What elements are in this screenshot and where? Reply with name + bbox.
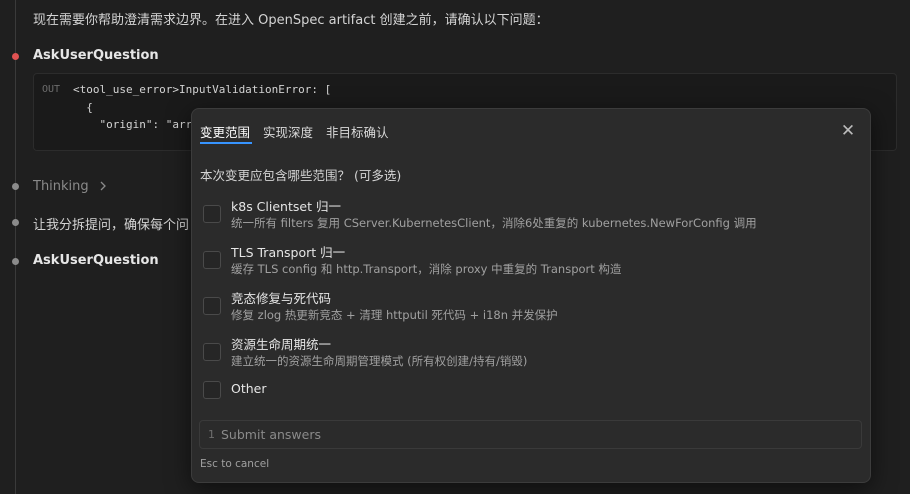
option-other[interactable]: Other: [203, 380, 843, 404]
tab-implementation-depth[interactable]: 实现深度: [263, 122, 313, 141]
option-checkbox[interactable]: [203, 343, 221, 361]
option-checkbox[interactable]: [203, 251, 221, 269]
output-label: OUT: [42, 84, 61, 95]
option-title: 资源生命周期统一: [231, 337, 332, 352]
option-title: Other: [231, 381, 267, 396]
question-text: 本次变更应包含哪些范围？ (可多选): [200, 168, 402, 183]
tab-change-scope[interactable]: 变更范围: [200, 122, 250, 141]
tool-call-title[interactable]: AskUserQuestion: [33, 48, 159, 63]
option-description: 修复 zlog 热更新竞态 + 清理 httputil 死代码 + i18n 并…: [231, 308, 558, 322]
tool-call-title[interactable]: AskUserQuestion: [33, 253, 159, 268]
option-description: 统一所有 filters 复用 CServer.KubernetesClient…: [231, 216, 757, 230]
error-status-dot: [12, 53, 19, 60]
option-tls-transport[interactable]: TLS Transport 归一 缓存 TLS config 和 http.Tr…: [203, 242, 843, 282]
close-icon: ✕: [840, 121, 856, 141]
output-line: <tool_use_error>InputValidationError: [: [73, 83, 332, 96]
option-checkbox[interactable]: [203, 297, 221, 315]
option-title: TLS Transport 归一: [231, 245, 346, 260]
option-resource-lifecycle[interactable]: 资源生命周期统一 建立统一的资源生命周期管理模式 (所有权创建/持有/销毁): [203, 334, 843, 374]
status-dot: [12, 183, 19, 190]
escape-hint: Esc to cancel: [200, 458, 270, 470]
option-race-fix[interactable]: 竞态修复与死代码 修复 zlog 热更新竞态 + 清理 httputil 死代码…: [203, 288, 843, 328]
thinking-label: Thinking: [33, 179, 89, 194]
submit-answers-button[interactable]: 1 Submit answers: [199, 420, 862, 449]
thinking-toggle[interactable]: Thinking: [33, 179, 107, 194]
close-button[interactable]: ✕: [838, 121, 858, 141]
submit-label: Submit answers: [221, 427, 321, 442]
option-description: 缓存 TLS config 和 http.Transport，消除 proxy …: [231, 262, 622, 276]
option-description: 建立统一的资源生命周期管理模式 (所有权创建/持有/销毁): [231, 354, 528, 368]
option-title: 竞态修复与死代码: [231, 291, 332, 306]
option-title: k8s Clientset 归一: [231, 199, 341, 214]
option-k8s-clientset[interactable]: k8s Clientset 归一 统一所有 filters 复用 CServer…: [203, 196, 843, 236]
submit-shortcut-number: 1: [208, 428, 215, 441]
active-tab-indicator: [200, 142, 252, 144]
assistant-message-intro: 现在需要你帮助澄清需求边界。在进入 OpenSpec artifact 创建之前…: [33, 13, 549, 28]
status-dot: [12, 258, 19, 265]
assistant-message: 让我分拆提问，确保每个问: [33, 218, 190, 233]
tab-non-goals[interactable]: 非目标确认: [326, 122, 389, 141]
option-checkbox[interactable]: [203, 205, 221, 223]
chevron-right-icon: [100, 181, 106, 191]
output-line: "origin": "array: [73, 118, 206, 131]
ask-user-question-dialog: 变更范围 实现深度 非目标确认 ✕ 本次变更应包含哪些范围？ (可多选) k8s…: [191, 108, 871, 483]
status-dot: [12, 219, 19, 226]
timeline-line: [15, 0, 16, 494]
output-line: {: [73, 101, 93, 114]
option-checkbox[interactable]: [203, 381, 221, 399]
